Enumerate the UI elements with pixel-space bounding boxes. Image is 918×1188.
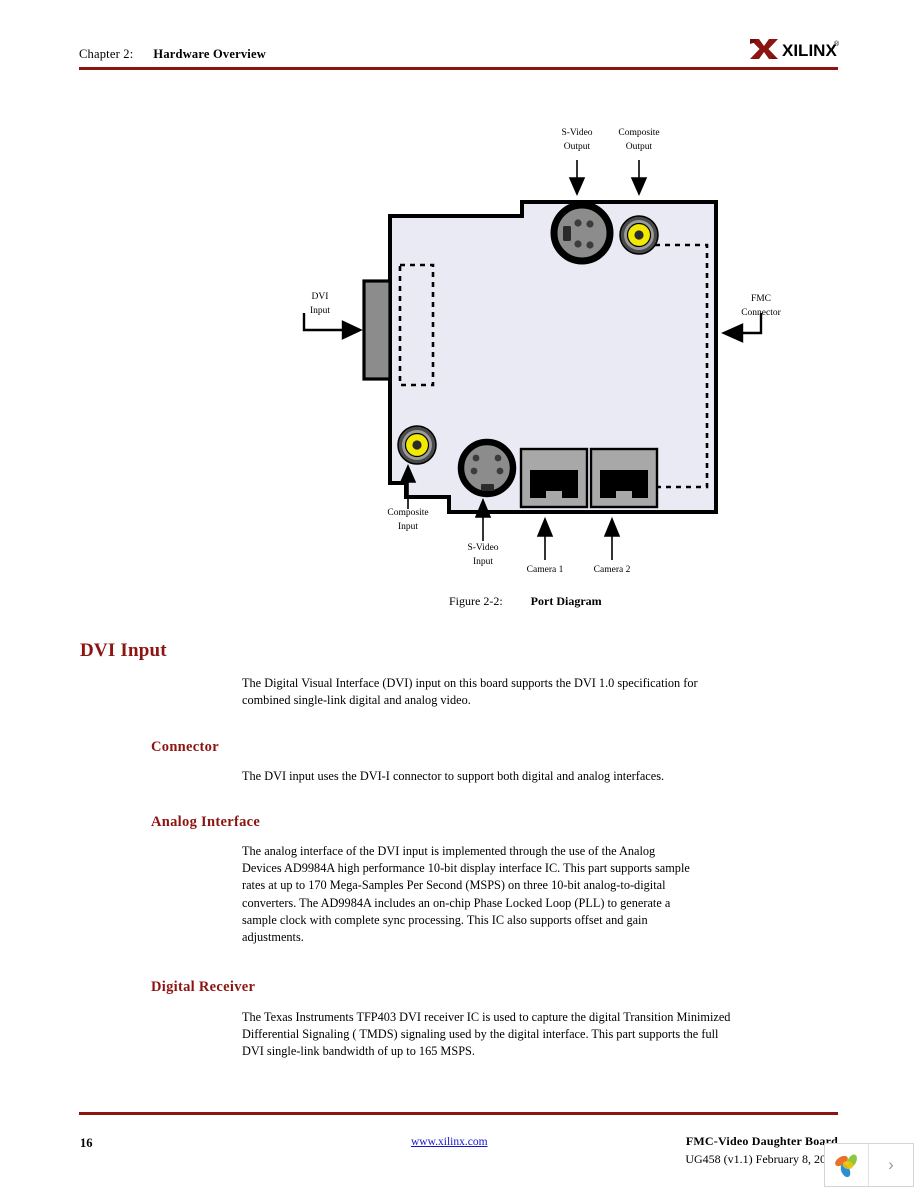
svg-text:®: ® (834, 40, 840, 48)
camera-2-pointer (603, 516, 621, 560)
label-svideo-output: S-Video Output (561, 128, 593, 152)
label-composite-input: Composite Input (387, 508, 429, 532)
fmc-footprint-dashed (655, 243, 709, 489)
section-heading-dvi-input: DVI Input (80, 640, 167, 661)
svg-text:XILINX: XILINX (782, 41, 837, 60)
figure-caption-title: Port Diagram (530, 594, 602, 608)
section-paragraph-connector: The DVI input uses the DVI-I connector t… (242, 769, 665, 783)
dvi-input-pointer (302, 313, 363, 340)
chapter-label: Chapter 2: (79, 47, 134, 61)
board-outline (388, 200, 718, 514)
figure-caption-number: Figure 2-2: (449, 594, 503, 608)
header-rule (79, 67, 838, 70)
chapter-title: Hardware Overview (153, 47, 266, 61)
section-heading-analog-interface: Analog Interface (151, 814, 261, 830)
footer-url-link[interactable]: www.xilinx.com (411, 1136, 488, 1148)
pinwheel-logo-icon (834, 1154, 857, 1178)
label-camera-2: Camera 2 (593, 565, 631, 575)
document-page: Chapter 2: Hardware Overview XILINX ® S-… (0, 0, 918, 1188)
footer-page-number: 16 (80, 1136, 93, 1150)
svideo-output-pointer (568, 160, 586, 196)
label-svideo-input: S-Video Input (467, 543, 499, 567)
figure-caption: Figure 2-2: Port Diagram (449, 594, 602, 609)
camera-2-jack (589, 447, 659, 509)
label-composite-output: Composite Output (618, 128, 660, 152)
header-chapter: Chapter 2: Hardware Overview (79, 47, 266, 62)
camera-1-jack (519, 447, 589, 509)
footer-doc-revision: UG458 (v1.1) February 8, 2008 (685, 1152, 838, 1166)
label-fmc-connector: FMC Connector (741, 294, 781, 318)
xilinx-logo: XILINX ® (748, 36, 840, 62)
svideo-input-pointer (474, 497, 492, 541)
section-paragraph-dvi-input: The Digital Visual Interface (DVI) input… (242, 676, 698, 708)
svideo-output-connector (550, 201, 614, 265)
dvi-connector-block (362, 279, 392, 381)
chevron-right-icon: › (888, 1155, 894, 1174)
camera-1-pointer (536, 516, 554, 560)
footer-document-info: FMC-Video Daughter Board UG458 (v1.1) Fe… (685, 1134, 838, 1167)
label-camera-1: Camera 1 (526, 565, 564, 575)
composite-input-pointer (399, 464, 417, 509)
section-heading-connector: Connector (151, 739, 219, 755)
viewer-overlay: › (824, 1143, 914, 1187)
section-paragraph-analog-interface: The analog interface of the DVI input is… (242, 844, 690, 945)
section-heading-digital-receiver: Digital Receiver (151, 979, 256, 995)
svideo-input-connector (457, 438, 517, 498)
composite-output-pointer (630, 160, 648, 196)
dvi-footprint-dashed (398, 263, 435, 387)
footer-doc-title: FMC-Video Daughter Board (685, 1134, 838, 1148)
section-paragraph-digital-receiver: The Texas Instruments TFP403 DVI receive… (242, 1010, 731, 1059)
composite-input-connector (397, 425, 437, 465)
viewer-brand-button[interactable] (825, 1144, 870, 1186)
composite-output-connector (619, 215, 659, 255)
footer-rule (79, 1112, 838, 1115)
port-diagram-figure: S-Video Output Composite Output DVI Inpu… (0, 0, 918, 620)
fmc-connector-pointer (721, 313, 763, 343)
viewer-next-page-button[interactable]: › (869, 1144, 913, 1186)
label-dvi-input: DVI Input (309, 292, 331, 316)
